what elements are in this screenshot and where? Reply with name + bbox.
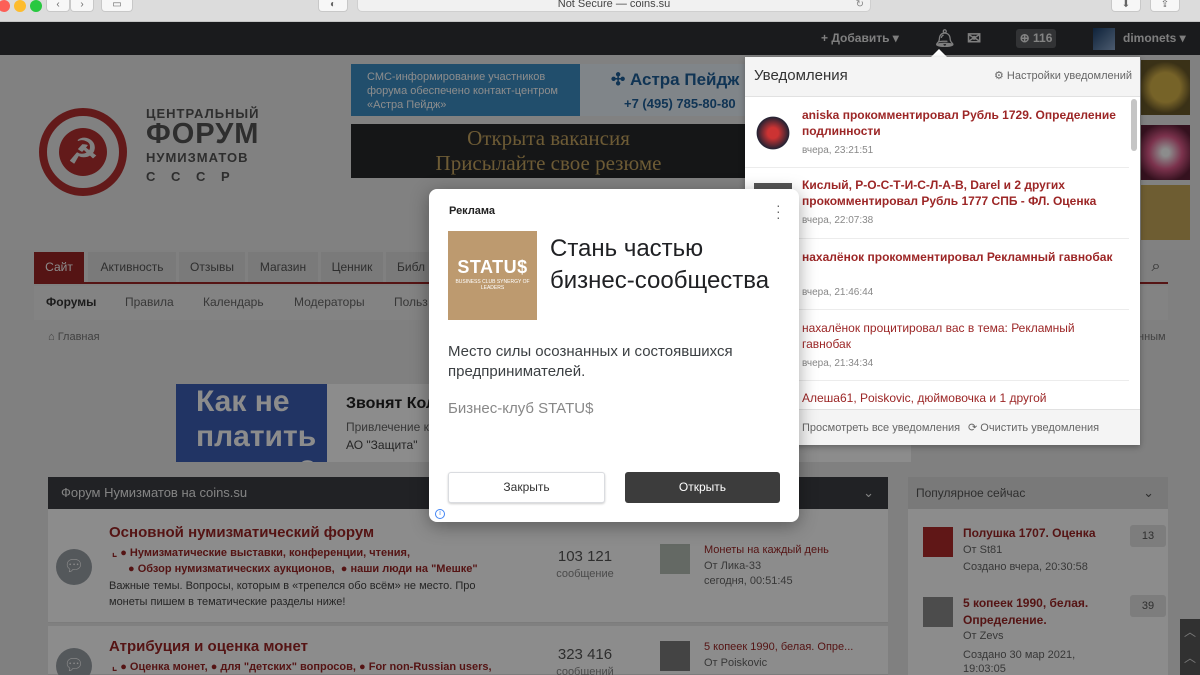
close-ad-button[interactable]: Закрыть <box>448 472 605 503</box>
notification-text: Кислый, Р-О-С-Т-И-С-Л-А-В, Darel и 2 дру… <box>802 178 1097 208</box>
dropdown-arrow <box>931 49 947 57</box>
gear-icon: ⚙ <box>993 70 1007 82</box>
notification-item[interactable]: нахалёнок прокомментировал Рекламный гав… <box>745 240 1129 310</box>
forward-icon[interactable]: › <box>70 0 94 12</box>
address-bar[interactable]: Not Secure — coins.su ↻ <box>357 0 871 12</box>
clear-notifications-link[interactable]: ⟳ Очистить уведомления <box>968 410 1099 446</box>
notification-settings-link[interactable]: ⚙ Настройки уведомлений <box>994 69 1132 82</box>
notification-text: aniska прокомментировал Рубль 1729. Опре… <box>802 108 1116 138</box>
ad-info-icon[interactable]: i <box>435 509 445 519</box>
notification-date: вчера, 21:46:44 <box>802 287 874 298</box>
notification-text: Алеша61, Poiskovic, дюймовочка и 1 друго… <box>802 391 1047 405</box>
notification-item[interactable]: aniska прокомментировал Рубль 1729. Опре… <box>745 98 1129 168</box>
browser-toolbar: ‹ › ▭ ◐ Not Secure — coins.su ↻ ⬇ ⇪ <box>0 0 1200 22</box>
ad-advertiser: Бизнес-клуб STATU$ <box>448 400 594 417</box>
ad-modal: Реклама · · · STATU$ BUSINESS CLUB SYNERGY… <box>429 189 799 522</box>
download-icon[interactable]: ⬇ <box>1111 0 1141 12</box>
reload-icon[interactable]: ↻ <box>856 0 864 10</box>
address-text: Not Secure — coins.su <box>557 0 671 10</box>
more-options-icon[interactable]: · · · <box>776 198 781 224</box>
ad-headline[interactable]: Стань частью бизнес-сообщества <box>550 233 790 297</box>
clear-all-label: Очистить уведомления <box>980 422 1100 434</box>
close-window-icon[interactable] <box>0 0 10 12</box>
notifications-dropdown: Уведомления ⚙ Настройки уведомлений anis… <box>745 57 1140 445</box>
minimize-window-icon[interactable] <box>14 0 26 12</box>
notification-item[interactable]: нахалёнок процитировал вас в тема: Рекла… <box>745 311 1129 381</box>
notification-date: вчера, 21:34:34 <box>802 358 874 369</box>
notification-item[interactable]: Алеша61, Poiskovic, дюймовочка и 1 друго… <box>745 382 1129 409</box>
notifications-header: Уведомления ⚙ Настройки уведомлений <box>745 57 1140 97</box>
view-all-label: Просмотреть все уведомления <box>802 422 961 434</box>
notification-settings-label: Настройки уведомлений <box>1006 70 1132 82</box>
shield-icon[interactable]: ◐ <box>318 0 348 12</box>
share-icon[interactable]: ⇪ <box>1150 0 1180 12</box>
ad-logo[interactable]: STATU$ BUSINESS CLUB SYNERGY OF LEADERS <box>448 231 537 320</box>
notification-text: нахалёнок процитировал вас в тема: Рекла… <box>802 321 1075 351</box>
open-ad-button[interactable]: Открыть <box>625 472 780 503</box>
notification-date: вчера, 22:07:38 <box>802 215 874 226</box>
ad-logo-subtext: BUSINESS CLUB SYNERGY OF LEADERS <box>455 279 530 291</box>
notification-item[interactable]: Кислый, Р-О-С-Т-И-С-Л-А-В, Darel и 2 дру… <box>745 169 1129 239</box>
ad-body: Место силы осознанных и состоявшихся пре… <box>448 343 733 380</box>
view-all-notifications-link[interactable]: Просмотреть все уведомления <box>802 410 960 446</box>
notification-date: вчера, 23:21:51 <box>802 145 874 156</box>
back-icon[interactable]: ‹ <box>46 0 70 12</box>
ad-label: Реклама <box>449 205 496 217</box>
notifications-title: Уведомления <box>754 67 848 84</box>
sidebar-icon[interactable]: ▭ <box>101 0 133 12</box>
ad-logo-text: STATU$ <box>457 257 528 277</box>
avatar <box>754 114 792 152</box>
notifications-footer: Просмотреть все уведомления ⟳ Очистить у… <box>745 409 1140 445</box>
zoom-window-icon[interactable] <box>30 0 42 12</box>
refresh-icon: ⟳ <box>968 422 981 434</box>
notifications-scrollbar[interactable] <box>1131 99 1137 151</box>
notification-text: нахалёнок прокомментировал Рекламный гав… <box>802 250 1113 264</box>
